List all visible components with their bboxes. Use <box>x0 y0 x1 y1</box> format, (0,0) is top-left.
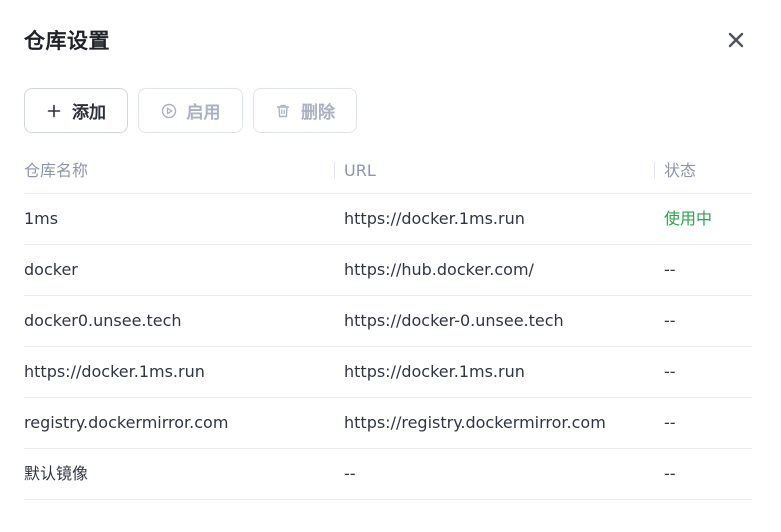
repository-name: docker0.unsee.tech <box>24 311 182 330</box>
repository-name: https://docker.1ms.run <box>24 362 205 381</box>
trash-icon <box>275 103 291 119</box>
repository-table: 仓库名称 URL 状态 1ms https://docker.1ms.run 使… <box>24 148 752 500</box>
repository-status: -- <box>664 464 676 483</box>
repository-status: -- <box>664 311 676 330</box>
table-row[interactable]: 1ms https://docker.1ms.run 使用中 <box>24 194 752 245</box>
status-badge: 使用中 <box>664 209 713 228</box>
repository-status: -- <box>664 260 676 279</box>
column-divider[interactable] <box>334 162 335 179</box>
enable-button-label: 启用 <box>186 103 221 123</box>
column-divider[interactable] <box>654 162 655 179</box>
add-button[interactable]: 添加 <box>24 88 128 133</box>
column-header-url[interactable]: URL <box>344 148 376 193</box>
repository-name: docker <box>24 260 78 279</box>
repository-name: 1ms <box>24 209 59 228</box>
delete-button-label: 删除 <box>301 103 335 123</box>
add-button-label: 添加 <box>72 103 106 123</box>
repository-url: https://docker.1ms.run <box>344 209 525 228</box>
table-header: 仓库名称 URL 状态 <box>24 148 752 194</box>
close-icon <box>728 32 744 48</box>
toolbar: 添加 启用 删除 <box>24 88 367 133</box>
table-row[interactable]: docker https://hub.docker.com/ -- <box>24 245 752 296</box>
table-row[interactable]: https://docker.1ms.run https://docker.1m… <box>24 347 752 398</box>
column-header-name[interactable]: 仓库名称 <box>24 148 88 193</box>
repository-url: https://docker-0.unsee.tech <box>344 311 564 330</box>
enable-button[interactable]: 启用 <box>138 88 243 133</box>
repository-status: -- <box>664 362 676 381</box>
column-header-status[interactable]: 状态 <box>664 148 696 193</box>
repository-name: 默认镜像 <box>24 464 89 483</box>
play-circle-icon <box>161 103 177 119</box>
repository-url: -- <box>344 464 356 483</box>
repository-status: -- <box>664 413 676 432</box>
table-row[interactable]: registry.dockermirror.com https://regist… <box>24 398 752 449</box>
plus-icon <box>46 103 62 119</box>
repository-settings-dialog: 仓库设置 添加 启用 删除 仓库名称 URL 状态 1ms https://do… <box>0 0 781 532</box>
repository-name: registry.dockermirror.com <box>24 413 229 432</box>
repository-url: https://hub.docker.com/ <box>344 260 534 279</box>
table-row[interactable]: 默认镜像 -- -- <box>24 449 752 500</box>
delete-button[interactable]: 删除 <box>253 88 357 133</box>
close-button[interactable] <box>724 28 748 52</box>
repository-url: https://docker.1ms.run <box>344 362 525 381</box>
dialog-title: 仓库设置 <box>24 29 110 53</box>
table-row[interactable]: docker0.unsee.tech https://docker-0.unse… <box>24 296 752 347</box>
repository-url: https://registry.dockermirror.com <box>344 413 606 432</box>
